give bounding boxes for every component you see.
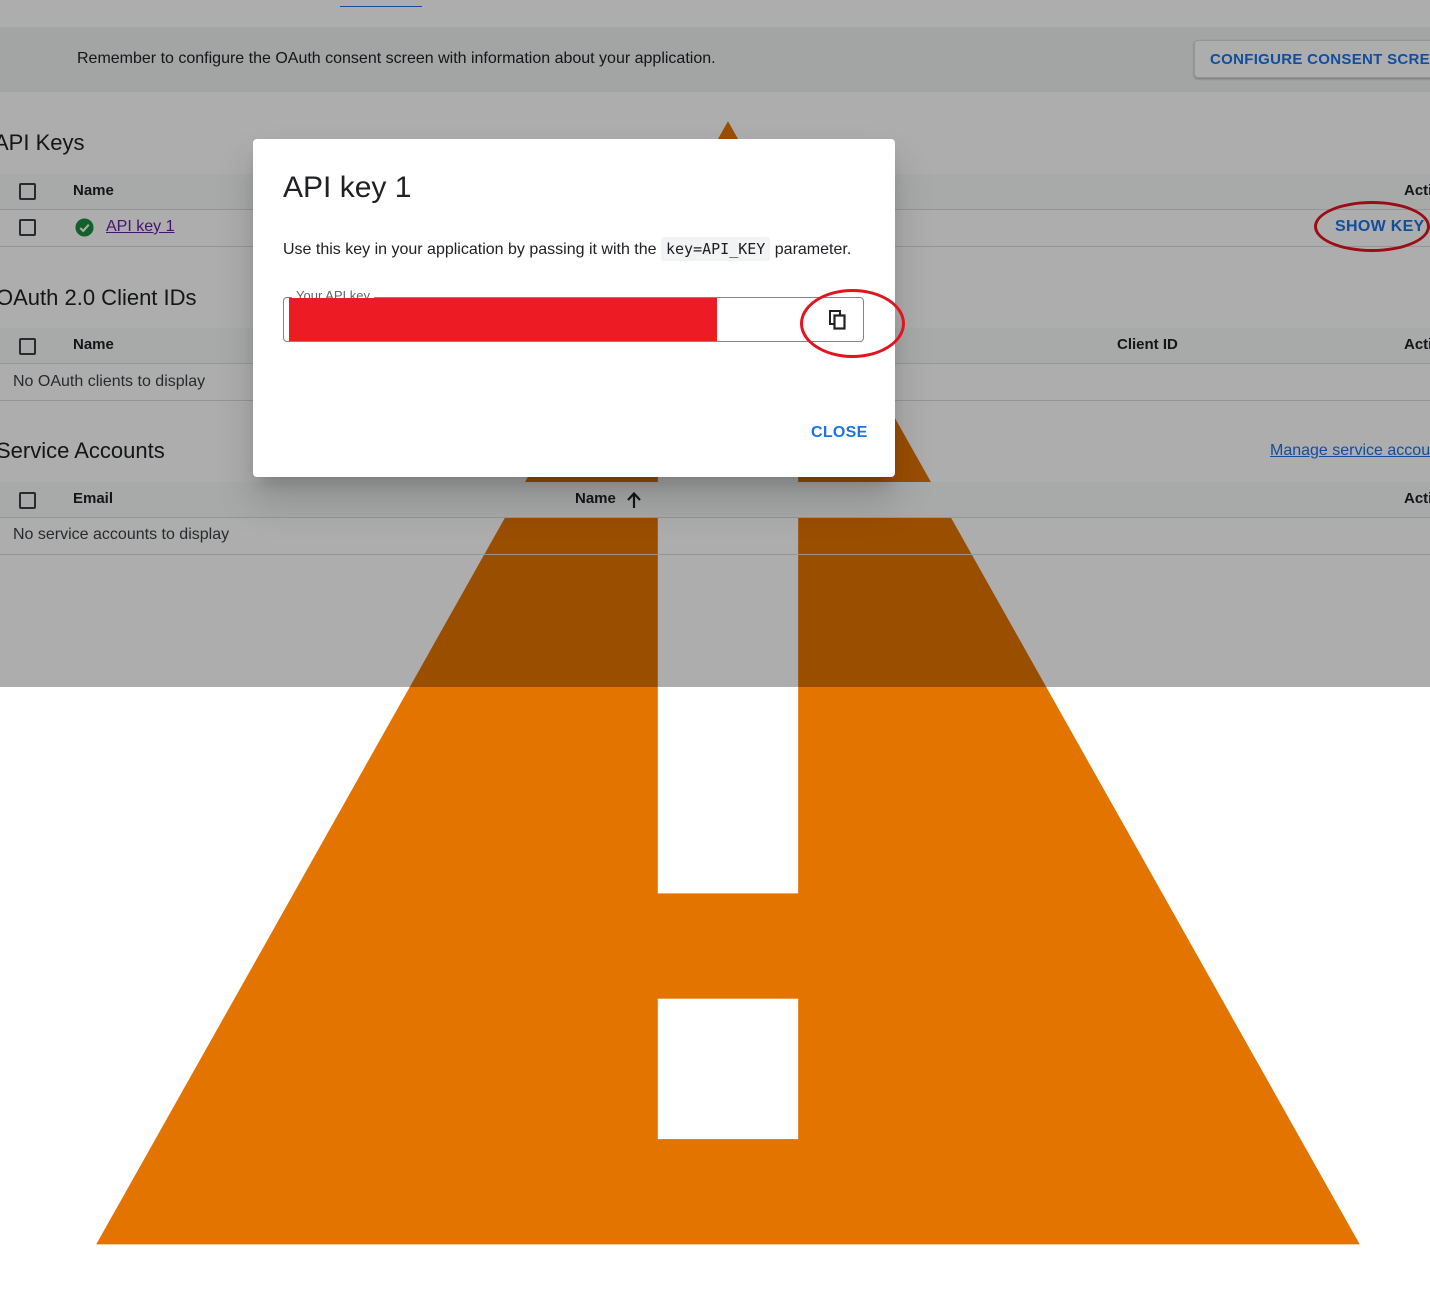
redacted-key-value: [289, 298, 717, 341]
api-key-field[interactable]: Your API key: [283, 288, 864, 342]
credentials-page: Remember to configure the OAuth consent …: [0, 0, 1430, 1245]
dialog-title: API key 1: [283, 171, 412, 204]
dialog-text-after: parameter.: [774, 241, 852, 258]
dialog-code: key=API_KEY: [660, 237, 771, 261]
close-button[interactable]: CLOSE: [811, 424, 868, 442]
dialog-text-before: Use this key in your application by pass…: [283, 241, 657, 258]
api-key-dialog: API key 1 Use this key in your applicati…: [253, 139, 895, 477]
annotation-circle: [800, 289, 905, 358]
dialog-description: Use this key in your application by pass…: [283, 237, 852, 261]
